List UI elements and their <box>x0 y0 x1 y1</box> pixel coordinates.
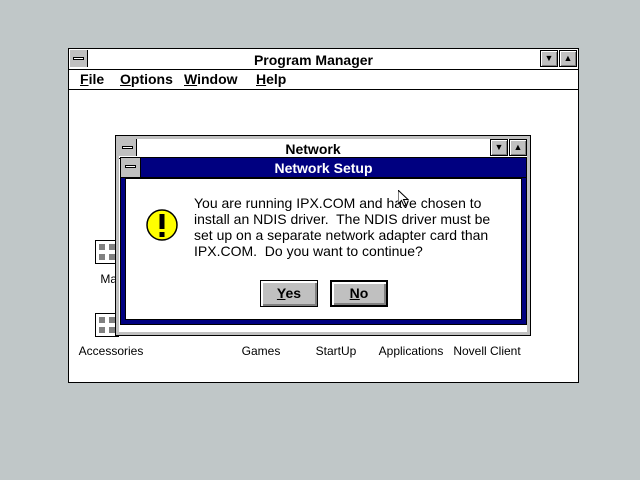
minimize-button[interactable]: ▼ <box>490 139 508 156</box>
message-line: set up on a separate network adapter car… <box>194 227 489 243</box>
menu-bar: File Options Window Help <box>69 70 578 90</box>
maximize-button[interactable]: ▲ <box>509 139 527 156</box>
system-menu-icon[interactable] <box>119 139 137 156</box>
dialog-body: You are running IPX.COM and have chosen … <box>125 178 522 320</box>
mouse-pointer-icon <box>398 190 410 207</box>
network-window-title: Network <box>285 141 341 157</box>
exclamation-warning-icon <box>146 209 178 241</box>
network-titlebar[interactable]: Network ▼ ▲ <box>119 139 527 159</box>
menu-file[interactable]: File <box>80 71 104 87</box>
message-line: install an NDIS driver. The NDIS driver … <box>194 211 491 227</box>
message-line: You are running IPX.COM and have chosen … <box>194 195 482 211</box>
dialog-message: You are running IPX.COM and have chosen … <box>194 195 514 259</box>
system-menu-icon[interactable] <box>70 50 88 67</box>
yes-button[interactable]: Yes <box>260 280 318 307</box>
no-button[interactable]: No <box>330 280 388 307</box>
system-menu-icon[interactable] <box>121 158 141 177</box>
novell-client-group-label[interactable]: Novell Client <box>442 344 532 358</box>
program-manager-titlebar[interactable]: Program Manager ▼ ▲ <box>69 49 578 70</box>
accessories-group-label[interactable]: Accessories <box>66 344 156 358</box>
window-title: Program Manager <box>253 52 374 68</box>
network-setup-dialog: Network Setup You are running IPX.COM an… <box>120 157 527 325</box>
menu-options[interactable]: Options <box>120 71 173 87</box>
dialog-titlebar[interactable]: Network Setup <box>121 158 526 178</box>
menu-window[interactable]: Window <box>184 71 238 87</box>
minimize-button[interactable]: ▼ <box>540 50 558 67</box>
maximize-button[interactable]: ▲ <box>559 50 577 67</box>
message-line: IPX.COM. Do you want to continue? <box>194 243 423 259</box>
dialog-title: Network Setup <box>274 160 373 176</box>
menu-help[interactable]: Help <box>256 71 286 87</box>
